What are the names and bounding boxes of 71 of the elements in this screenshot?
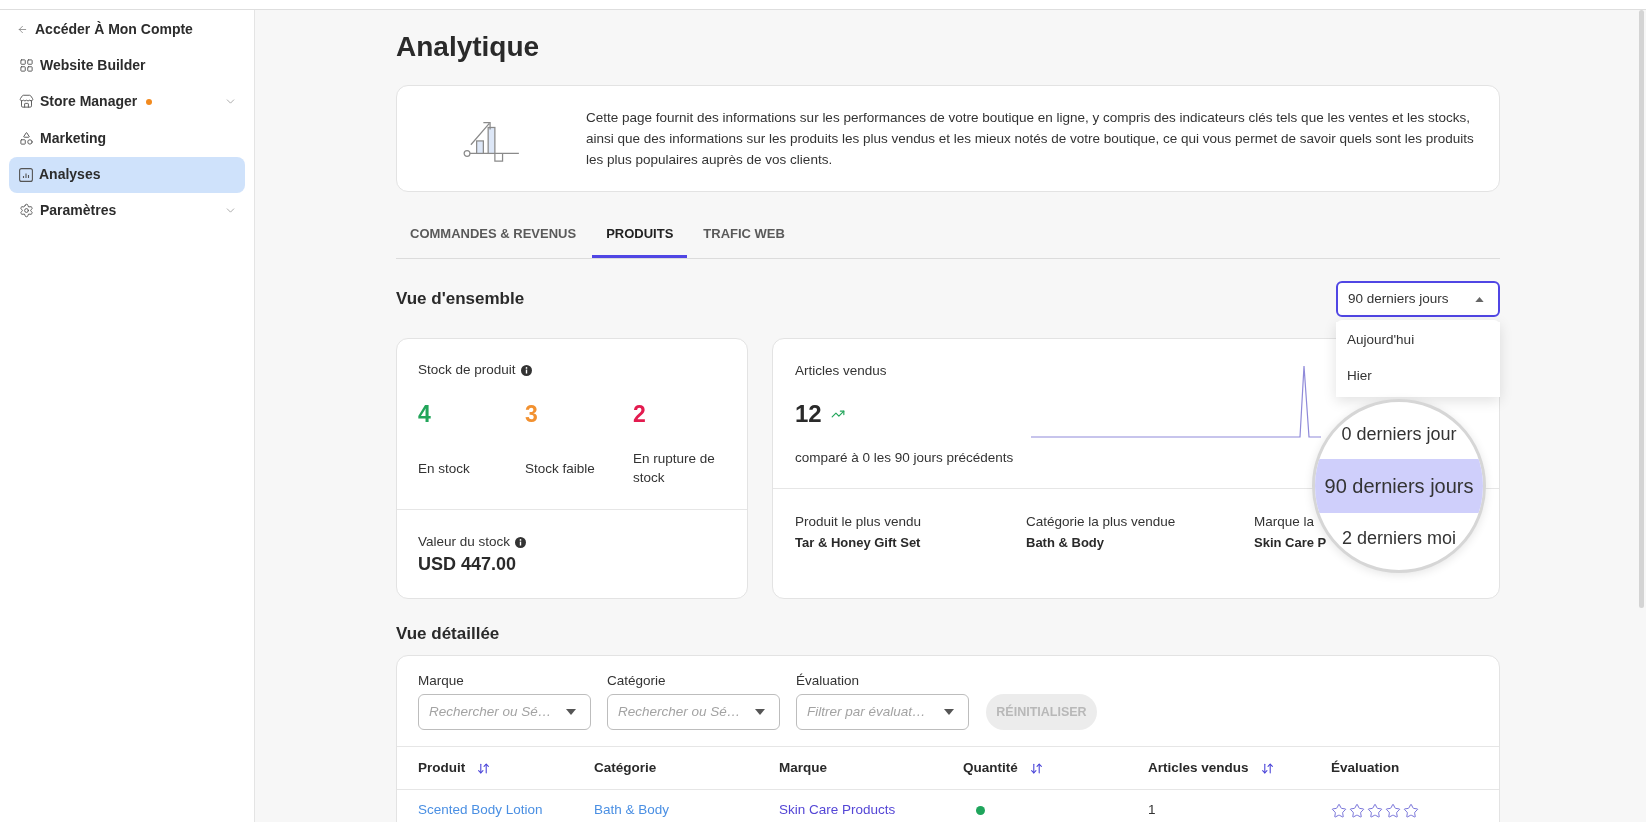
column-header: Évaluation bbox=[1331, 758, 1400, 777]
magnified-option: 90 derniers jours bbox=[1315, 459, 1483, 513]
magnified-option: 2 derniers moi bbox=[1341, 528, 1456, 548]
filter-label: Marque bbox=[418, 673, 464, 688]
tab[interactable]: TRAFIC WEB bbox=[689, 213, 799, 258]
stat-label: Produit le plus vendu bbox=[795, 514, 922, 530]
filter-label: Catégorie bbox=[607, 673, 666, 688]
caret-down-icon bbox=[944, 709, 954, 715]
stock-count: 3 bbox=[525, 400, 538, 428]
grid-icon bbox=[19, 57, 34, 73]
stat-label: Catégorie la plus vendue bbox=[1026, 514, 1176, 530]
back-arrow-icon bbox=[17, 23, 28, 35]
filter-input[interactable]: Rechercher ou Sé… bbox=[618, 701, 755, 723]
filter-input[interactable]: Filtrer par évaluat… bbox=[807, 701, 944, 723]
period-select[interactable]: 90 derniers jours bbox=[1336, 281, 1500, 317]
stock-count: 2 bbox=[633, 400, 646, 428]
intro-text: Cette page fournit des informations sur les performances de votre boutique en ligne, y compris des indicateurs clés tels que les ventes et les stocks, ainsi que des informations sur les produits les plus vendus et les mieux notés de votre boutique, ce qui vous permet de savoir quels sont les produits les plus populaires auprès de vos clients. bbox=[586, 109, 1475, 169]
section-title: Vue détaillée bbox=[396, 623, 500, 645]
sales-count: 12 bbox=[795, 399, 822, 429]
column-header: Catégorie bbox=[594, 758, 657, 777]
stock-label: Stock faible bbox=[525, 459, 596, 478]
settings-icon bbox=[19, 203, 34, 219]
filter-input[interactable]: Rechercher ou Sé… bbox=[429, 701, 566, 723]
sort-icon[interactable] bbox=[1029, 761, 1043, 775]
tab[interactable]: COMMANDES & REVENUS bbox=[396, 213, 591, 258]
star-icon bbox=[1331, 802, 1347, 819]
stock-label: En rupture de stock bbox=[633, 450, 716, 487]
stock-label: En stock bbox=[418, 459, 471, 478]
caret-down-icon bbox=[566, 709, 576, 715]
star-icon bbox=[1385, 802, 1401, 819]
page-title: Analytique bbox=[396, 30, 540, 64]
section-title: Vue d'ensemble bbox=[396, 288, 525, 310]
stock-value: USD 447.00 bbox=[418, 553, 517, 575]
filter-label: Évaluation bbox=[796, 673, 860, 688]
stock-count: 4 bbox=[418, 400, 431, 428]
stat-value: Tar & Honey Gift Set bbox=[795, 535, 921, 550]
card-title: Stock de produit bbox=[418, 362, 516, 378]
caret-down-icon bbox=[755, 709, 765, 715]
star-icon bbox=[1367, 802, 1383, 819]
sort-icon[interactable] bbox=[477, 761, 491, 775]
stat-value: Bath & Body bbox=[1026, 535, 1104, 550]
magnified-option: 0 derniers jour bbox=[1341, 424, 1457, 444]
filter-select[interactable]: Rechercher ou Sé… bbox=[418, 694, 591, 730]
column-header: Produit bbox=[418, 758, 466, 777]
star-icon bbox=[1403, 802, 1419, 819]
info-icon bbox=[520, 364, 532, 376]
dropdown-option[interactable]: Aujourd'hui bbox=[1336, 322, 1500, 358]
store-icon bbox=[19, 94, 34, 110]
column-header: Quantité bbox=[963, 758, 1018, 777]
column-header: Marque bbox=[779, 758, 827, 777]
sort-icon[interactable] bbox=[1260, 761, 1274, 775]
chart-icon bbox=[19, 167, 33, 182]
comparison-text: comparé à 0 les 90 jours précédents bbox=[795, 449, 1014, 467]
caret-up-icon bbox=[1475, 296, 1484, 302]
tab[interactable]: PRODUITS bbox=[592, 213, 688, 258]
card-title: Articles vendus bbox=[795, 362, 887, 380]
shapes-icon bbox=[19, 130, 34, 146]
filter-select[interactable]: Filtrer par évaluat… bbox=[796, 694, 969, 730]
info-icon bbox=[515, 536, 527, 548]
card-title: Valeur du stock bbox=[418, 534, 511, 550]
dropdown-option[interactable]: Hier bbox=[1336, 358, 1500, 394]
table-cell-text: 1 bbox=[1148, 801, 1156, 820]
stat-label: Marque la bbox=[1254, 514, 1315, 530]
back-link[interactable]: Accéder À Mon Compte bbox=[9, 11, 245, 47]
scrollbar-thumb[interactable] bbox=[1639, 10, 1644, 608]
star-icon bbox=[1349, 802, 1365, 819]
column-header: Articles vendus bbox=[1148, 758, 1249, 777]
filter-select[interactable]: Rechercher ou Sé… bbox=[607, 694, 780, 730]
sidebar-item[interactable]: Analyses bbox=[9, 156, 245, 193]
brand-link[interactable]: Skin Care Products bbox=[779, 800, 896, 821]
stat-value: Skin Care P bbox=[1254, 535, 1327, 550]
